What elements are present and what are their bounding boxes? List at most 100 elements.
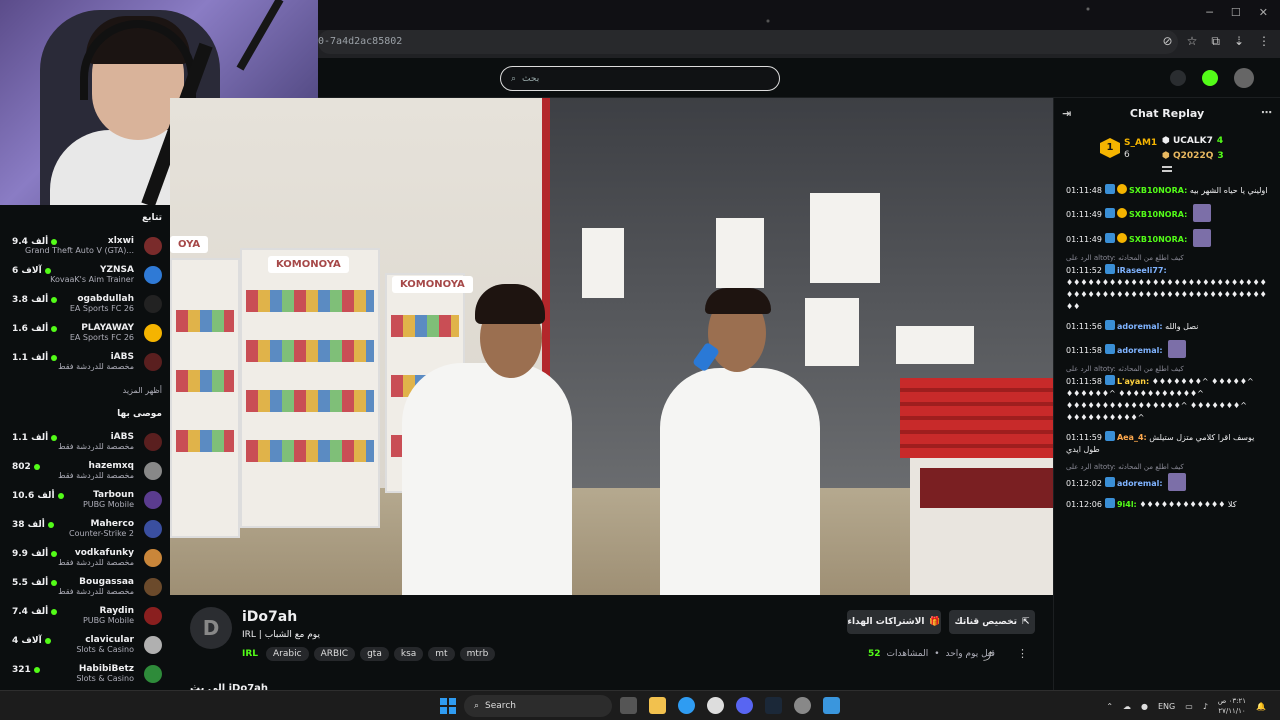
tag-pill[interactable]: mtrb bbox=[459, 647, 496, 661]
sidebar-channel[interactable]: 9.4 ألف xlxwi Grand Theft Auto V (GTA)... bbox=[8, 231, 162, 260]
sidebar-channel[interactable]: 7.4 ألف Raydin PUBG Mobile bbox=[8, 601, 162, 630]
tag-pill[interactable]: ARBIC bbox=[313, 647, 356, 661]
sidebar-channel[interactable]: 1.6 ألف PLAYAWAY EA Sports FC 26 bbox=[8, 318, 162, 347]
close-icon[interactable]: ✕ bbox=[1259, 6, 1268, 19]
file-explorer-icon[interactable] bbox=[649, 697, 666, 714]
streamer-name[interactable]: iDo7ah bbox=[242, 609, 297, 625]
network-icon[interactable]: ▭ bbox=[1185, 702, 1193, 711]
task-view-icon[interactable] bbox=[620, 697, 637, 714]
message-username[interactable]: 9i4l: bbox=[1117, 500, 1137, 509]
gift-subs-button[interactable]: الاشتراكات الهداء 🎁 bbox=[847, 610, 941, 634]
customize-channel-button[interactable]: تخصيص قناتك ⇱ bbox=[949, 610, 1035, 634]
collapse-chat-icon[interactable]: ⇥ bbox=[1062, 107, 1071, 120]
emote-icon bbox=[1168, 473, 1187, 491]
leader-first-name[interactable]: S_AM1 bbox=[1124, 138, 1157, 148]
category-link[interactable]: IRL bbox=[242, 649, 258, 659]
customize-button-label: تخصيص قناتك bbox=[954, 617, 1017, 627]
streamer-avatar[interactable]: D bbox=[190, 607, 232, 649]
minimize-icon[interactable]: ─ bbox=[1206, 6, 1213, 19]
chevron-up-icon[interactable]: ⌃ bbox=[1106, 702, 1113, 711]
extensions-icon[interactable]: ⧉ bbox=[1211, 34, 1220, 49]
show-more-link[interactable]: أظهر المزيد bbox=[8, 386, 162, 395]
sidebar-channel[interactable]: 3.8 ألف ogabdullah EA Sports FC 26 bbox=[8, 289, 162, 318]
emote-icon bbox=[1192, 204, 1211, 222]
discord-icon[interactable] bbox=[736, 697, 753, 714]
viewer-count-text: 5.5 ألف bbox=[12, 578, 49, 588]
tag-pill[interactable]: mt bbox=[428, 647, 455, 661]
address-bar[interactable]: 0-7a4d2ac85802 bbox=[318, 30, 1178, 54]
windows-start-icon[interactable] bbox=[440, 698, 456, 714]
app-icon[interactable] bbox=[794, 697, 811, 714]
leader-first-count: 6 bbox=[1124, 150, 1130, 160]
message-username[interactable]: iRaseeli77: bbox=[1117, 266, 1167, 275]
leader-second[interactable]: ⬢ UCALK7 4 bbox=[1162, 136, 1223, 146]
gift-leaderboard: 1 S_AM1 6 ⬢ UCALK7 4 ⬢ Q2022Q 3 bbox=[1054, 128, 1280, 176]
message-username[interactable]: SXB10NORA: bbox=[1129, 235, 1187, 244]
notification-icon[interactable]: 🔔 bbox=[1256, 702, 1266, 711]
downloads-icon[interactable]: ⇣ bbox=[1234, 34, 1244, 49]
clock[interactable]: ٠٣:٢١ ص ٢٧/١١/١٠ bbox=[1218, 696, 1246, 716]
live-dot-icon bbox=[44, 638, 51, 644]
store-sign: KOMONOYA bbox=[268, 256, 349, 273]
poster bbox=[810, 193, 880, 283]
chrome-icon[interactable] bbox=[678, 697, 695, 714]
tag-pill[interactable]: Arabic bbox=[266, 647, 309, 661]
message-username[interactable]: adoremal: bbox=[1117, 479, 1163, 488]
shelf-row bbox=[246, 440, 374, 462]
menu-icon[interactable]: ⋮ bbox=[1258, 34, 1270, 49]
search-input[interactable]: ⌕ بحث bbox=[500, 66, 780, 91]
tag-pill[interactable]: gta bbox=[360, 647, 389, 661]
taskbar-search[interactable]: ⌕ Search bbox=[464, 695, 612, 717]
message-username[interactable]: SXB10NORA: bbox=[1129, 186, 1187, 195]
share-icon[interactable]: ⤴ bbox=[983, 648, 993, 663]
video-player[interactable]: OYA KOMONOYA KOMONOYA bbox=[170, 98, 1053, 595]
message-username[interactable]: Aea_4: bbox=[1117, 433, 1147, 442]
sidebar-channel[interactable]: 10.6 ألف Tarboun PUBG Mobile bbox=[8, 485, 162, 514]
more-icon[interactable]: ⋯ bbox=[1261, 106, 1272, 119]
language-indicator[interactable]: ENG bbox=[1158, 702, 1175, 711]
message-username[interactable]: L'ayan: bbox=[1117, 377, 1149, 386]
sidebar-channel[interactable]: 6 آلاف YZNSA KovaaK's Aim Trainer bbox=[8, 260, 162, 289]
eye-off-icon[interactable]: ⊘ bbox=[1163, 34, 1173, 49]
message-time: 01:12:02 bbox=[1066, 479, 1102, 488]
user-avatar[interactable] bbox=[1234, 68, 1254, 88]
message-username[interactable]: adoremal: bbox=[1117, 346, 1163, 355]
message-username[interactable]: adoremal: bbox=[1117, 322, 1163, 331]
sidebar-channel[interactable]: 38 ألف Maherco Counter-Strike 2 bbox=[8, 514, 162, 543]
star-icon[interactable]: ☆ bbox=[1187, 34, 1198, 49]
sidebar-channel[interactable]: 321 HabibiBetz Slots & Casino bbox=[8, 659, 162, 688]
verified-badge-icon bbox=[1104, 431, 1115, 441]
channel-avatar bbox=[144, 323, 162, 342]
message-username[interactable]: SXB10NORA: bbox=[1129, 210, 1187, 219]
more-options-icon[interactable]: ⋮ bbox=[1017, 647, 1028, 660]
maximize-icon[interactable]: ☐ bbox=[1231, 6, 1241, 19]
sidebar-heading-recommended: موصى بها bbox=[117, 409, 162, 419]
views-count: 52 bbox=[868, 649, 881, 659]
mic-icon[interactable]: ● bbox=[1141, 702, 1148, 711]
store-sign: KOMONOYA bbox=[392, 276, 473, 293]
shopping-baskets bbox=[900, 378, 1053, 458]
obs-icon[interactable] bbox=[707, 697, 724, 714]
volume-icon[interactable]: ♪ bbox=[1203, 702, 1208, 711]
store-icon[interactable] bbox=[823, 697, 840, 714]
viewer-count-text: 7.4 ألف bbox=[12, 607, 49, 617]
steam-icon[interactable] bbox=[765, 697, 782, 714]
message-time: 01:11:58 bbox=[1066, 377, 1102, 386]
kick-logo-icon[interactable] bbox=[1202, 70, 1218, 86]
sidebar-channel[interactable]: 9.9 ألف vodkafunky مخصصة للدردشة فقط bbox=[8, 543, 162, 572]
leader-third[interactable]: ⬢ Q2022Q 3 bbox=[1162, 151, 1224, 161]
verified-badge-icon bbox=[1104, 477, 1115, 487]
inbox-icon[interactable] bbox=[1170, 70, 1186, 86]
sidebar-channel[interactable]: 1.1 ألف iABS مخصصة للدردشة فقط bbox=[8, 347, 162, 376]
channel-avatar bbox=[144, 432, 162, 451]
pin-icon[interactable] bbox=[1162, 166, 1172, 172]
sidebar-channel[interactable]: 802 hazemxq مخصصة للدردشة فقط bbox=[8, 456, 162, 485]
onedrive-icon[interactable]: ☁ bbox=[1123, 702, 1131, 711]
viewer-count: 9.4 ألف bbox=[12, 237, 58, 247]
tag-pill[interactable]: ksa bbox=[393, 647, 424, 661]
sidebar-channel[interactable]: 1.1 ألف iABS مخصصة للدردشة فقط bbox=[8, 427, 162, 456]
sidebar-channel[interactable]: 4 آلاف clavicular Slots & Casino bbox=[8, 630, 162, 659]
chat-message: 01:12:06 9i4l: ♦♦♦♦♦♦♦♦♦♦♦♦ كلا bbox=[1066, 498, 1270, 511]
emote-icon bbox=[1168, 340, 1187, 358]
sidebar-channel[interactable]: 5.5 ألف Bougassaa مخصصة للدردشة فقط bbox=[8, 572, 162, 601]
